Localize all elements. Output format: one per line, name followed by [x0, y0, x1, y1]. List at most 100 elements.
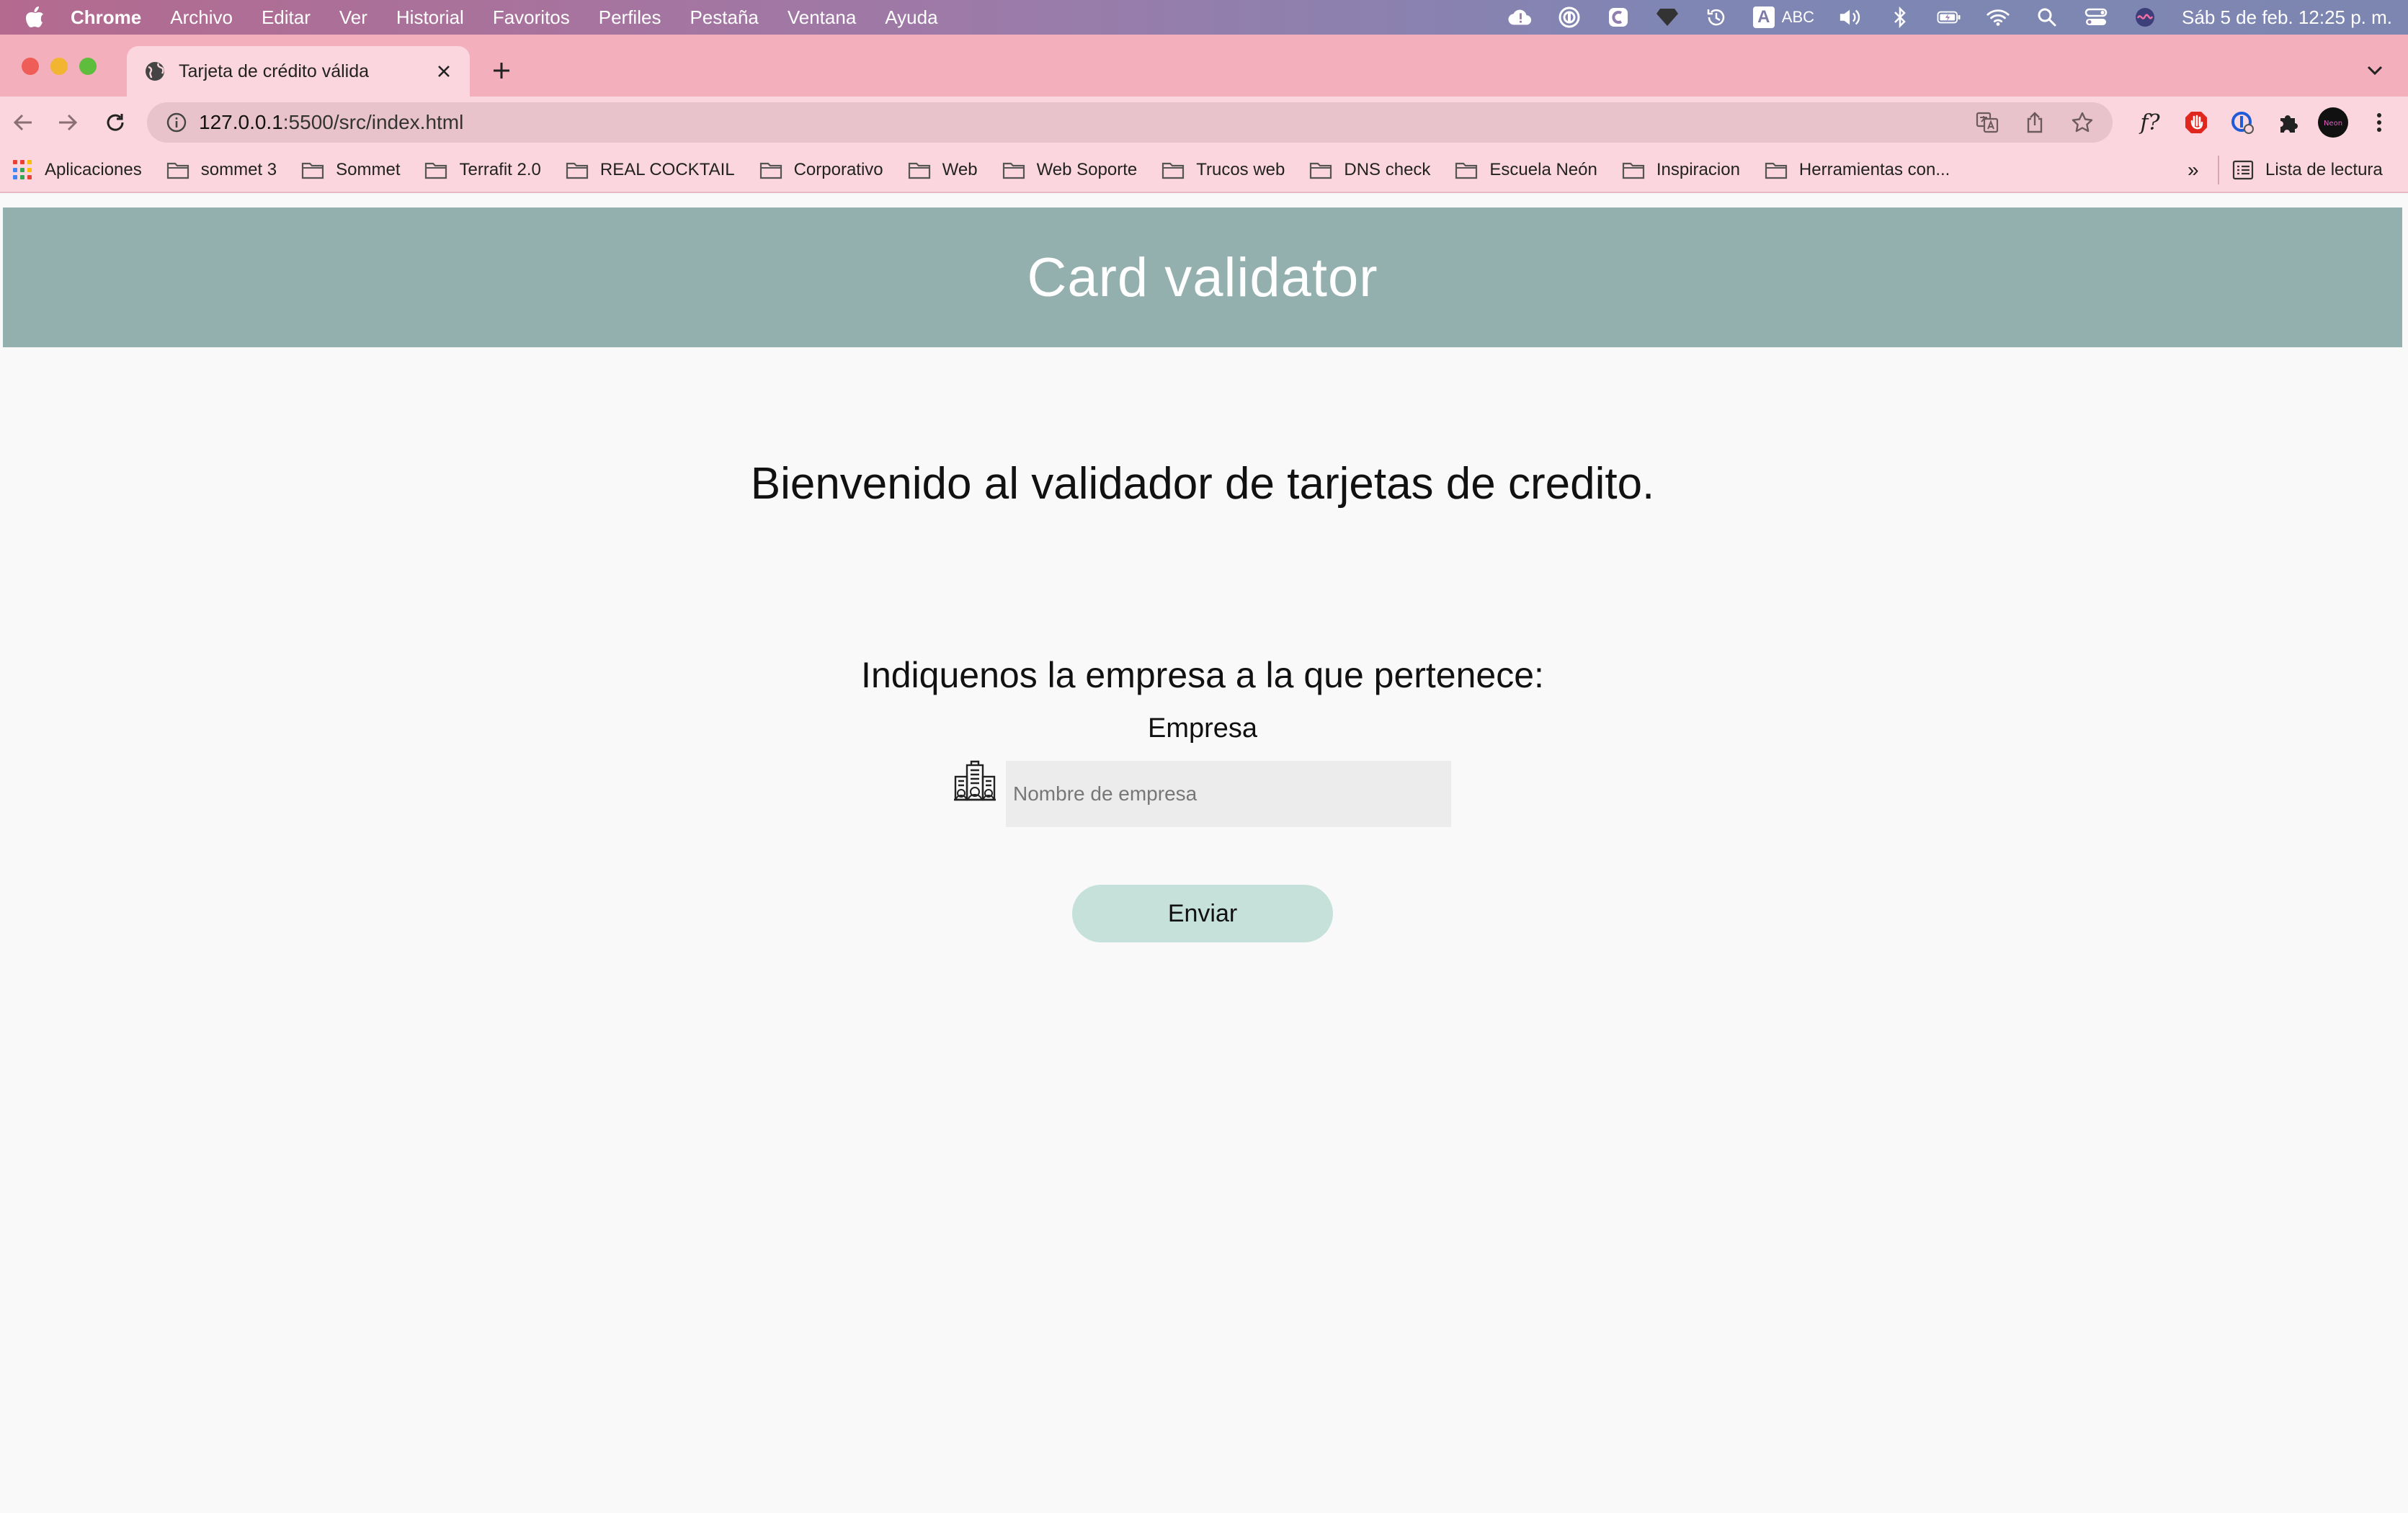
building-icon — [954, 760, 996, 801]
bookmark-folder[interactable]: Web Soporte — [1002, 160, 1137, 180]
bookmark-folder[interactable]: Inspiracion — [1622, 160, 1740, 180]
folder-icon — [908, 162, 930, 179]
password-extension-icon[interactable] — [2226, 107, 2258, 138]
bookmark-folder[interactable]: Escuela Neón — [1455, 160, 1597, 180]
close-tab-icon[interactable] — [429, 57, 458, 86]
macos-menu-bar: Chrome Archivo Editar Ver Historial Favo… — [0, 0, 2408, 35]
active-tab[interactable]: Tarjeta de crédito válida — [127, 46, 470, 97]
cloud-alert-icon[interactable] — [1508, 5, 1533, 30]
password-manager-icon[interactable] — [1557, 5, 1582, 30]
bookmark-folder-label: Inspiracion — [1656, 160, 1740, 179]
chrome-menu-icon[interactable] — [2363, 107, 2395, 138]
browser-tab-strip: Tarjeta de crédito válida — [0, 35, 2408, 97]
reading-list-icon — [2232, 160, 2254, 180]
folder-icon — [759, 162, 782, 179]
bookmark-folder-label: Herramientas con... — [1798, 160, 1950, 179]
bookmark-folder[interactable]: DNS check — [1309, 160, 1430, 180]
profile-avatar[interactable]: Neon — [2317, 107, 2349, 138]
bookmark-folder[interactable]: REAL COCKTAIL — [566, 160, 735, 180]
menu-historial[interactable]: Historial — [396, 6, 464, 29]
minimize-window-button[interactable] — [50, 58, 68, 75]
wifi-icon[interactable] — [1986, 5, 2010, 30]
folder-icon — [1310, 162, 1332, 179]
input-source-label: ABC — [1781, 8, 1815, 26]
apple-icon[interactable] — [20, 3, 49, 32]
forward-button[interactable] — [52, 107, 84, 138]
site-info-icon[interactable] — [166, 112, 187, 133]
app-c-icon[interactable] — [1606, 5, 1631, 30]
submit-button[interactable]: Enviar — [1072, 885, 1333, 942]
share-icon[interactable] — [2022, 110, 2048, 135]
url-text[interactable]: 127.0.0.1:5500/src/index.html — [199, 111, 463, 134]
maximize-window-button[interactable] — [79, 58, 97, 75]
svg-text:Neon: Neon — [2324, 120, 2342, 128]
tab-search-chevron-icon[interactable] — [2362, 58, 2388, 84]
menu-favoritos[interactable]: Favoritos — [493, 6, 570, 29]
company-field-label: Empresa — [1147, 713, 1258, 744]
folder-icon — [1002, 162, 1025, 179]
address-bar[interactable]: 127.0.0.1:5500/src/index.html — [147, 102, 2113, 143]
menu-archivo[interactable]: Archivo — [170, 6, 233, 29]
folder-icon — [302, 162, 324, 179]
time-machine-icon[interactable] — [1704, 5, 1729, 30]
bookmark-folder[interactable]: Web — [908, 160, 978, 180]
reload-button[interactable] — [99, 107, 131, 138]
bookmark-folder-label: sommet 3 — [200, 160, 277, 179]
volume-icon[interactable] — [1839, 5, 1863, 30]
menu-pestana[interactable]: Pestaña — [690, 6, 758, 29]
siri-icon[interactable] — [2133, 5, 2157, 30]
new-tab-button[interactable] — [487, 56, 516, 85]
reading-list-button[interactable]: Lista de lectura — [2232, 148, 2383, 192]
apps-label: Aplicaciones — [45, 160, 142, 179]
translate-icon[interactable] — [1974, 110, 2000, 135]
extensions-puzzle-icon[interactable] — [2273, 107, 2304, 138]
bluetooth-icon[interactable] — [1888, 5, 1912, 30]
bookmark-folder[interactable]: sommet 3 — [166, 160, 277, 180]
bookmark-folder-label: Corporativo — [793, 160, 883, 179]
back-button[interactable] — [7, 107, 39, 138]
bookmarks-bar: Aplicaciones sommet 3 Sommet Terrafit 2.… — [0, 148, 2408, 193]
window-controls — [22, 58, 97, 75]
bookmark-folder-label: REAL COCKTAIL — [599, 160, 735, 179]
page-viewport: Card validator Bienvenido al validador d… — [3, 193, 2402, 1513]
tab-title: Tarjeta de crédito válida — [179, 61, 370, 81]
bookmark-folder[interactable]: Terrafit 2.0 — [424, 160, 541, 180]
diamond-icon[interactable] — [1655, 5, 1680, 30]
input-source-indicator[interactable]: A ABC — [1752, 6, 1815, 28]
apps-grid-icon — [13, 160, 33, 180]
menu-ventana[interactable]: Ventana — [788, 6, 856, 29]
address-bar-actions — [1974, 110, 2095, 135]
bookmark-folder[interactable]: Sommet — [301, 160, 400, 180]
battery-icon[interactable] — [1937, 5, 1961, 30]
bookmark-folder[interactable]: Corporativo — [759, 160, 883, 180]
menu-ayuda[interactable]: Ayuda — [885, 6, 937, 29]
globe-icon — [146, 62, 164, 81]
menu-perfiles[interactable]: Perfiles — [599, 6, 661, 29]
menu-app-name[interactable]: Chrome — [71, 6, 141, 29]
company-name-input[interactable] — [1006, 761, 1451, 827]
control-center-icon[interactable] — [2084, 5, 2108, 30]
close-window-button[interactable] — [22, 58, 39, 75]
bookmark-folder[interactable]: Trucos web — [1161, 160, 1285, 180]
folder-icon — [1455, 162, 1478, 179]
adblock-extension-icon[interactable] — [2180, 107, 2212, 138]
company-question: Indiquenos la empresa a la que pertenece… — [861, 655, 1544, 695]
bookmark-folder-label: Sommet — [336, 160, 401, 179]
browser-toolbar: 127.0.0.1:5500/src/index.html f? Neon — [0, 97, 2408, 148]
formula-extension-icon[interactable]: f? — [2134, 107, 2166, 138]
bookmark-folder[interactable]: Herramientas con... — [1765, 160, 1950, 180]
bookmark-folder-label: Terrafit 2.0 — [459, 160, 541, 179]
bookmark-folder-label: Web — [942, 160, 978, 179]
more-bookmarks-button[interactable]: » — [2188, 159, 2199, 182]
input-source-a-icon: A — [1752, 6, 1775, 28]
folder-icon — [1162, 162, 1185, 179]
welcome-heading: Bienvenido al validador de tarjetas de c… — [750, 459, 1655, 509]
menu-bar-clock[interactable]: Sáb 5 de feb. 12:25 p. m. — [2182, 6, 2392, 29]
bookmark-star-icon[interactable] — [2069, 110, 2095, 135]
menu-ver[interactable]: Ver — [339, 6, 367, 29]
bookmark-apps[interactable]: Aplicaciones — [13, 160, 142, 180]
menu-editar[interactable]: Editar — [262, 6, 311, 29]
folder-icon — [1622, 162, 1644, 179]
spotlight-search-icon[interactable] — [2035, 5, 2059, 30]
folder-icon — [1765, 162, 1788, 179]
